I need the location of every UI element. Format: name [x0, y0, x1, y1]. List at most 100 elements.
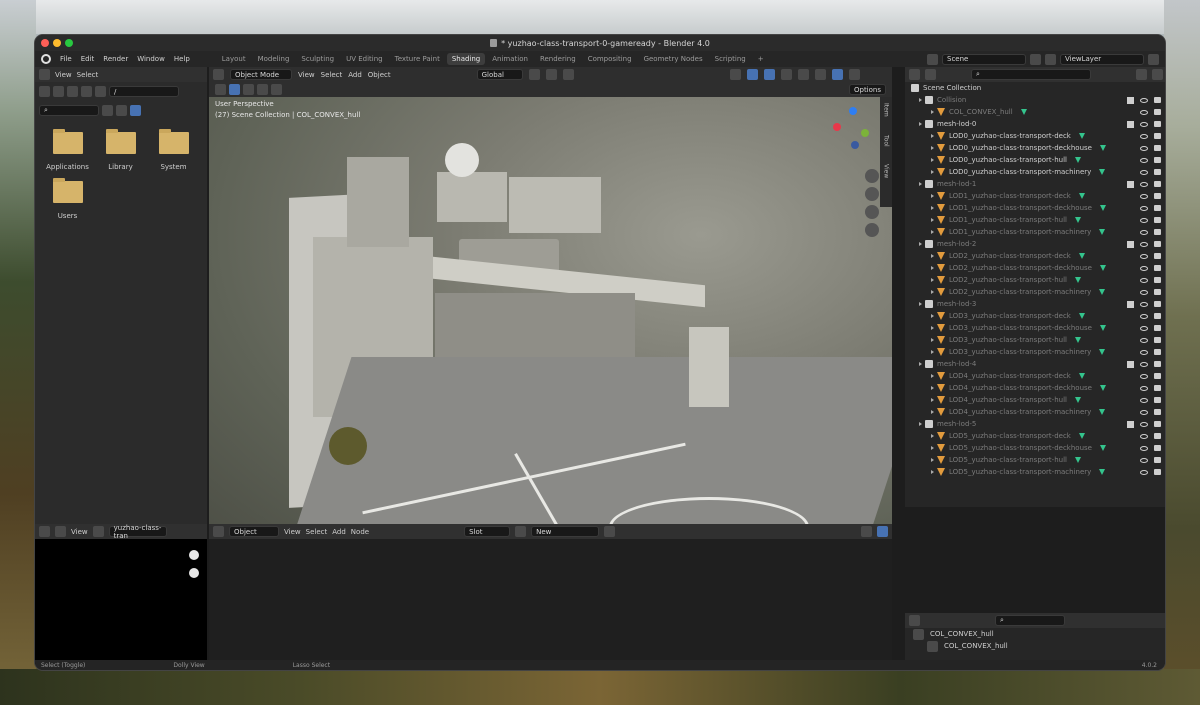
exclude-checkbox[interactable] [1127, 120, 1134, 128]
exclude-checkbox[interactable] [1127, 300, 1134, 308]
file-search-input[interactable]: ⌕ [39, 105, 99, 116]
node-menu-view[interactable]: View [284, 528, 301, 536]
thumbnail-view-icon[interactable] [116, 105, 127, 116]
viewport-menu-add[interactable]: Add [348, 71, 362, 79]
snap-icon[interactable] [861, 526, 872, 537]
shader-node-editor[interactable]: Object View Select Add Node Slot New [209, 524, 892, 665]
render-camera-icon[interactable] [1154, 397, 1161, 403]
rendered-shading-icon[interactable] [848, 69, 860, 80]
scene-field[interactable]: Scene [942, 53, 1026, 65]
object-row[interactable]: LOD3_yuzhao-class-transport-deckhouse [905, 322, 1165, 334]
display-mode-icon[interactable] [925, 69, 936, 80]
tab-compositing[interactable]: Compositing [583, 53, 637, 65]
camera-view-icon[interactable] [865, 205, 879, 219]
editor-type-icon[interactable] [213, 69, 224, 80]
expand-toggle-icon[interactable] [931, 278, 934, 282]
mesh-data-icon[interactable] [1099, 145, 1106, 151]
folder-system[interactable]: System [147, 129, 200, 171]
visibility-eye-icon[interactable] [1140, 145, 1148, 151]
expand-toggle-icon[interactable] [931, 266, 934, 270]
tab-geometry-nodes[interactable]: Geometry Nodes [639, 53, 708, 65]
pan-hand-icon[interactable] [865, 187, 879, 201]
new-material-button[interactable]: New [531, 526, 600, 537]
object-row[interactable]: LOD0_yuzhao-class-transport-deckhouse [905, 142, 1165, 154]
exclude-checkbox[interactable] [1127, 360, 1134, 368]
visibility-eye-icon[interactable] [1140, 169, 1148, 175]
render-camera-icon[interactable] [1154, 265, 1161, 271]
collection-row[interactable]: mesh-lod-3 [905, 298, 1165, 310]
expand-toggle-icon[interactable] [919, 98, 922, 102]
new-view-layer-icon[interactable] [1148, 53, 1159, 65]
visibility-eye-icon[interactable] [1140, 373, 1148, 379]
zoom-icon[interactable] [865, 169, 879, 183]
overlay-toggle-icon[interactable] [877, 526, 888, 537]
mesh-data-icon[interactable] [1078, 313, 1085, 319]
y-axis-icon[interactable] [861, 129, 869, 137]
scene-collection-row[interactable]: Scene Collection [905, 82, 1165, 94]
render-camera-icon[interactable] [1154, 325, 1161, 331]
mesh-data-icon[interactable] [1099, 289, 1106, 295]
expand-toggle-icon[interactable] [931, 458, 934, 462]
visibility-eye-icon[interactable] [1140, 337, 1148, 343]
render-camera-icon[interactable] [1154, 313, 1161, 319]
list-view-icon[interactable] [102, 105, 113, 116]
tab-uv-editing[interactable]: UV Editing [341, 53, 388, 65]
visibility-eye-icon[interactable] [1140, 121, 1148, 127]
object-row[interactable]: LOD1_yuzhao-class-transport-hull [905, 214, 1165, 226]
overlay-toggle-icon[interactable] [763, 69, 775, 80]
object-row[interactable]: LOD4_yuzhao-class-transport-deck [905, 370, 1165, 382]
editor-type-icon[interactable] [39, 69, 50, 80]
object-row[interactable]: LOD0_yuzhao-class-transport-deck [905, 130, 1165, 142]
view-mode-icon[interactable] [55, 526, 66, 537]
viewport-menu-object[interactable]: Object [368, 71, 391, 79]
navigation-gizmo[interactable] [833, 107, 879, 153]
blender-logo-icon[interactable] [41, 54, 51, 64]
mesh-data-icon[interactable] [1099, 349, 1106, 355]
tab-tool[interactable]: Tool [883, 135, 890, 147]
tab-item[interactable]: Item [883, 103, 890, 117]
render-camera-icon[interactable] [1154, 157, 1161, 163]
expand-toggle-icon[interactable] [919, 122, 922, 126]
file-browser-menu-view[interactable]: View [55, 71, 72, 79]
mesh-data-icon[interactable] [1099, 265, 1106, 271]
object-row[interactable]: LOD2_yuzhao-class-transport-machinery [905, 286, 1165, 298]
menu-file[interactable]: File [60, 55, 72, 63]
visibility-eye-icon[interactable] [1140, 205, 1148, 211]
render-camera-icon[interactable] [1154, 361, 1161, 367]
expand-toggle-icon[interactable] [919, 182, 922, 186]
folder-applications[interactable]: Applications [41, 129, 94, 171]
expand-toggle-icon[interactable] [931, 170, 934, 174]
expand-toggle-icon[interactable] [931, 146, 934, 150]
visibility-eye-icon[interactable] [1140, 217, 1148, 223]
viewport-menu-select[interactable]: Select [321, 71, 343, 79]
object-row[interactable]: LOD2_yuzhao-class-transport-hull [905, 274, 1165, 286]
object-row[interactable]: LOD3_yuzhao-class-transport-machinery [905, 346, 1165, 358]
editor-type-icon[interactable] [909, 615, 920, 626]
node-menu-select[interactable]: Select [306, 528, 328, 536]
mesh-data-icon[interactable] [1099, 469, 1106, 475]
select-invert-icon[interactable] [271, 84, 282, 95]
tab-texture-paint[interactable]: Texture Paint [390, 53, 445, 65]
mesh-data-icon[interactable] [1099, 205, 1106, 211]
menu-window[interactable]: Window [137, 55, 165, 63]
pin-icon[interactable] [604, 526, 616, 537]
object-row[interactable]: LOD5_yuzhao-class-transport-deck [905, 430, 1165, 442]
expand-toggle-icon[interactable] [931, 254, 934, 258]
directory-path-field[interactable]: / [109, 86, 179, 97]
render-camera-icon[interactable] [1154, 121, 1161, 127]
render-camera-icon[interactable] [1154, 349, 1161, 355]
object-row[interactable]: COL_CONVEX_hull [905, 106, 1165, 118]
wireframe-shading-icon[interactable] [797, 69, 809, 80]
mesh-data-icon[interactable] [1099, 169, 1106, 175]
visibility-eye-icon[interactable] [1140, 457, 1148, 463]
tab-animation[interactable]: Animation [487, 53, 533, 65]
render-camera-icon[interactable] [1154, 145, 1161, 151]
shader-type-selector[interactable]: Object [229, 526, 279, 537]
visibility-eye-icon[interactable] [1140, 265, 1148, 271]
expand-toggle-icon[interactable] [931, 290, 934, 294]
tab-shading[interactable]: Shading [446, 53, 486, 65]
mesh-data-icon[interactable] [1078, 433, 1085, 439]
render-camera-icon[interactable] [1154, 193, 1161, 199]
render-camera-icon[interactable] [1154, 301, 1161, 307]
visibility-eye-icon[interactable] [1140, 289, 1148, 295]
